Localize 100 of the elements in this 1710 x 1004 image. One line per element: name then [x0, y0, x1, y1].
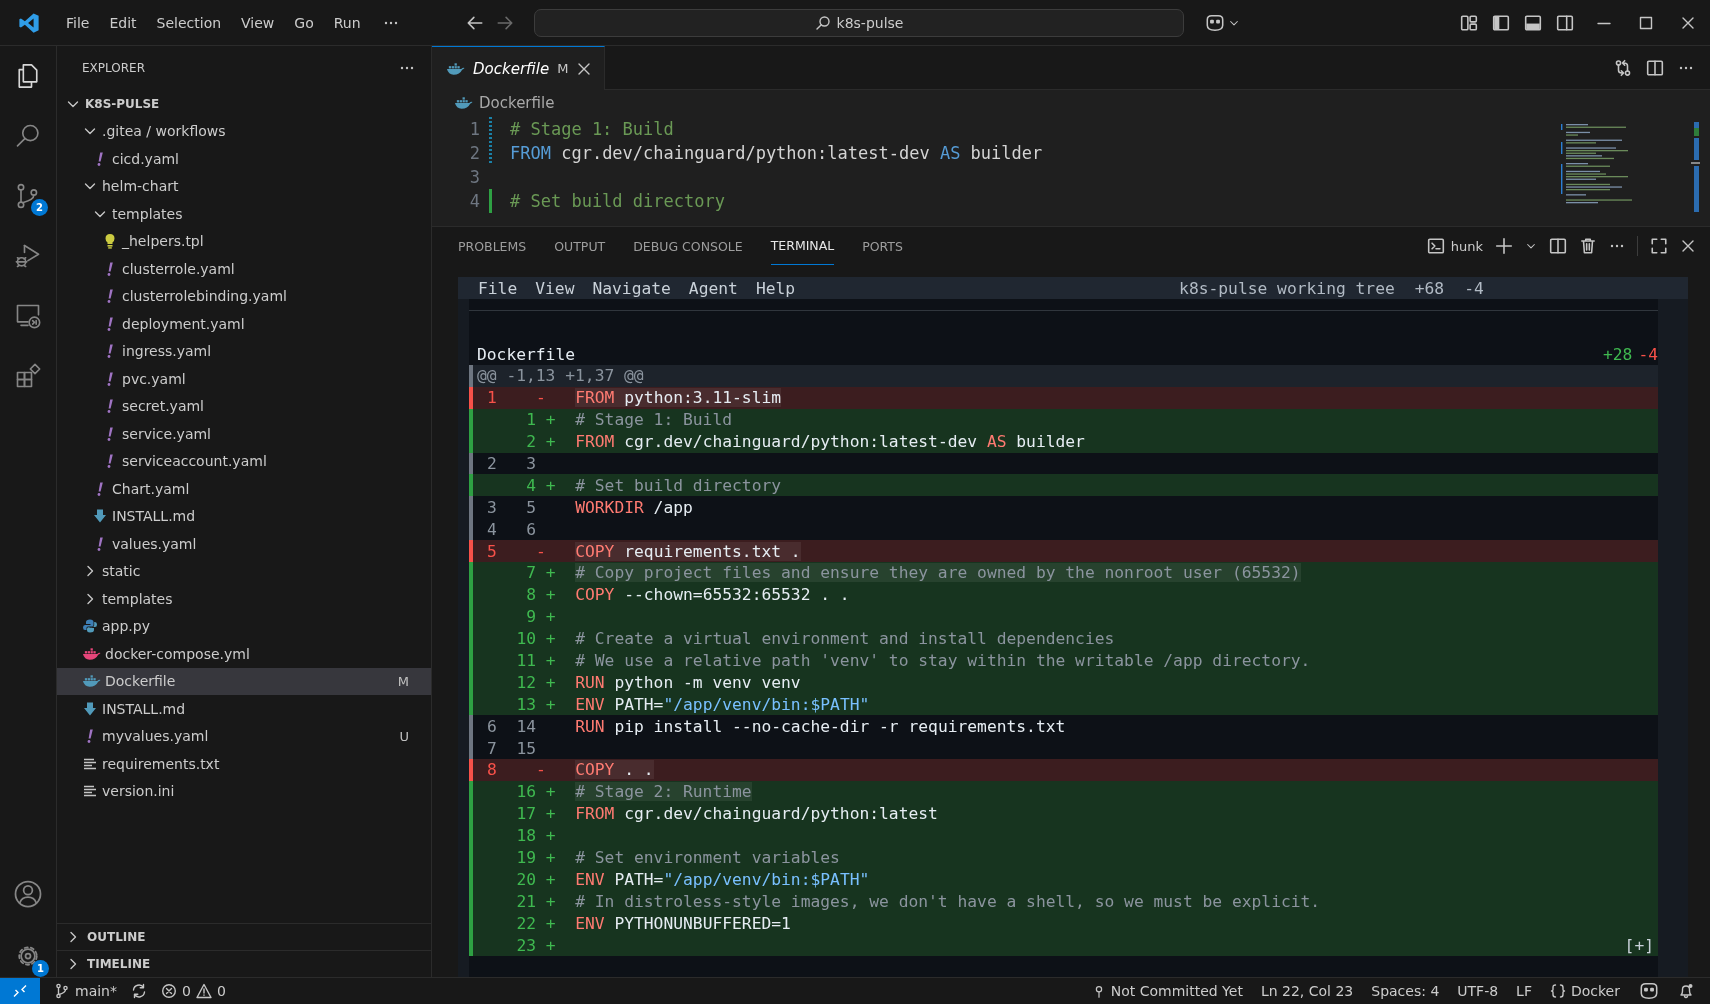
- tree-item[interactable]: templates: [57, 585, 431, 613]
- menu-item[interactable]: Help: [755, 278, 796, 298]
- line-number: 8: [525, 585, 536, 605]
- menu-item[interactable]: Run: [323, 10, 371, 35]
- tree-item[interactable]: pvc.yaml: [57, 365, 431, 393]
- status-item[interactable]: LF: [1516, 983, 1532, 999]
- app-logo: [18, 11, 40, 34]
- command-center-search[interactable]: k8s-pulse: [534, 8, 1184, 37]
- removed-count: -4: [1464, 278, 1484, 298]
- count-badge: 1: [32, 960, 49, 977]
- tree-item[interactable]: K8S-PULSE: [57, 90, 431, 118]
- tree-item[interactable]: myvalues.yaml U: [57, 722, 431, 750]
- tree-item[interactable]: clusterrole.yaml: [57, 255, 431, 283]
- code-line: FROM cgr.dev/chainguard/python:latest: [575, 804, 938, 824]
- primary-sidebar-icon[interactable]: [1492, 13, 1510, 32]
- tree-item[interactable]: docker-compose.yml: [57, 640, 431, 668]
- tree-item[interactable]: static: [57, 557, 431, 585]
- file-name: Dockerfile: [477, 344, 576, 364]
- split-terminal-icon[interactable]: [1549, 237, 1567, 255]
- layout-icon[interactable]: [1460, 13, 1478, 32]
- tree-item[interactable]: clusterrolebinding.yaml: [57, 282, 431, 310]
- compare-changes-icon[interactable]: [1614, 58, 1632, 77]
- diff-sign: +: [545, 913, 556, 933]
- section-header[interactable]: OUTLINE: [57, 923, 431, 950]
- line-number: 4: [486, 519, 498, 539]
- trash-icon[interactable]: [1579, 237, 1597, 255]
- tree-item[interactable]: _helpers.tpl: [57, 227, 431, 255]
- robot-icon[interactable]: [1204, 13, 1226, 32]
- panel-icon[interactable]: [1524, 13, 1542, 32]
- terminal-selector[interactable]: hunk: [1426, 237, 1483, 255]
- status-item[interactable]: UTF-8: [1457, 983, 1499, 999]
- tree-item[interactable]: INSTALL.md: [57, 502, 431, 530]
- menu-item[interactable]: File: [478, 278, 518, 298]
- line-number: 7: [525, 563, 536, 583]
- panel-tab[interactable]: DEBUG CONSOLE: [633, 227, 743, 265]
- line-number: 21: [515, 891, 536, 911]
- search-icon[interactable]: [14, 122, 42, 150]
- menu-item[interactable]: Navigate: [592, 278, 671, 298]
- tree-item[interactable]: cicd.yaml: [57, 145, 431, 173]
- tree-item[interactable]: helm-chart: [57, 172, 431, 200]
- robot-icon[interactable]: [1638, 982, 1660, 1000]
- line-number: 1: [525, 410, 536, 430]
- maximize-panel-icon[interactable]: [1650, 237, 1668, 255]
- menu-item[interactable]: Go: [284, 10, 324, 35]
- plus-icon[interactable]: [1495, 237, 1513, 255]
- menu-item[interactable]: Edit: [99, 10, 147, 35]
- tree-item[interactable]: service.yaml: [57, 420, 431, 448]
- line-number: 14: [515, 716, 536, 736]
- extensions-icon[interactable]: [14, 362, 42, 390]
- tree-item[interactable]: secret.yaml: [57, 392, 431, 420]
- panel-tab[interactable]: TERMINAL: [770, 227, 835, 265]
- account-icon[interactable]: [13, 879, 43, 909]
- count-badge: 2: [31, 199, 48, 216]
- menu-item[interactable]: File: [56, 10, 100, 35]
- secondary-sidebar-icon[interactable]: [1556, 13, 1574, 32]
- code-line: RUN python -m venv venv: [575, 672, 801, 692]
- tree-item[interactable]: requirements.txt: [57, 750, 431, 778]
- sync-icon[interactable]: [131, 983, 147, 999]
- menu-item[interactable]: View: [231, 10, 285, 35]
- split-editor-icon[interactable]: [1646, 58, 1664, 77]
- line-number: 2: [525, 432, 536, 452]
- tree-item[interactable]: Chart.yaml: [57, 475, 431, 503]
- bell-icon[interactable]: [1678, 983, 1694, 999]
- tree-item[interactable]: Dockerfile M: [57, 667, 431, 695]
- line-number: 1: [486, 388, 498, 408]
- maximize-icon[interactable]: [1638, 14, 1654, 31]
- language-status[interactable]: Docker: [1549, 983, 1620, 999]
- tree-item[interactable]: .gitea / workflows: [57, 117, 431, 145]
- diff-sign: +: [545, 563, 556, 583]
- tree-item[interactable]: ingress.yaml: [57, 337, 431, 365]
- status-item[interactable]: Spaces: 4: [1371, 983, 1440, 999]
- panel-tab[interactable]: PORTS: [862, 227, 903, 265]
- monitor-icon[interactable]: [14, 302, 42, 330]
- panel-tab[interactable]: PROBLEMS: [458, 227, 527, 265]
- run-debug-icon[interactable]: [14, 242, 42, 270]
- panel-tab[interactable]: OUTPUT: [554, 227, 606, 265]
- tree-item[interactable]: values.yaml: [57, 530, 431, 558]
- status-item[interactable]: Ln 22, Col 23: [1260, 983, 1354, 999]
- tree-item[interactable]: version.ini: [57, 777, 431, 805]
- whale-icon: [82, 645, 101, 662]
- tree-item[interactable]: serviceaccount.yaml: [57, 447, 431, 475]
- menu-item[interactable]: View: [535, 278, 575, 298]
- code-line: # Set build directory: [510, 191, 725, 211]
- tree-item[interactable]: app.py: [57, 612, 431, 640]
- close-icon[interactable]: [1680, 238, 1696, 254]
- tree-item[interactable]: templates: [57, 200, 431, 228]
- expand-button[interactable]: [+]: [1624, 935, 1654, 955]
- minimap-drawing[interactable]: [1560, 122, 1700, 214]
- branch-status[interactable]: main*: [54, 983, 117, 999]
- remote-button[interactable]: [0, 978, 40, 1004]
- menu-item[interactable]: Agent: [688, 278, 738, 298]
- problems-status[interactable]: 0 0: [161, 983, 226, 999]
- menu-item[interactable]: Selection: [146, 10, 232, 35]
- tree-item[interactable]: INSTALL.md: [57, 695, 431, 723]
- remote-icon: [12, 983, 28, 999]
- tree-item[interactable]: deployment.yaml: [57, 310, 431, 338]
- editor-tab[interactable]: Dockerfile M: [432, 46, 606, 90]
- breadcrumb-item[interactable]: Dockerfile: [479, 94, 555, 112]
- blame-status[interactable]: Not Committed Yet: [1091, 983, 1243, 999]
- code-line: # Set build directory: [575, 475, 782, 495]
